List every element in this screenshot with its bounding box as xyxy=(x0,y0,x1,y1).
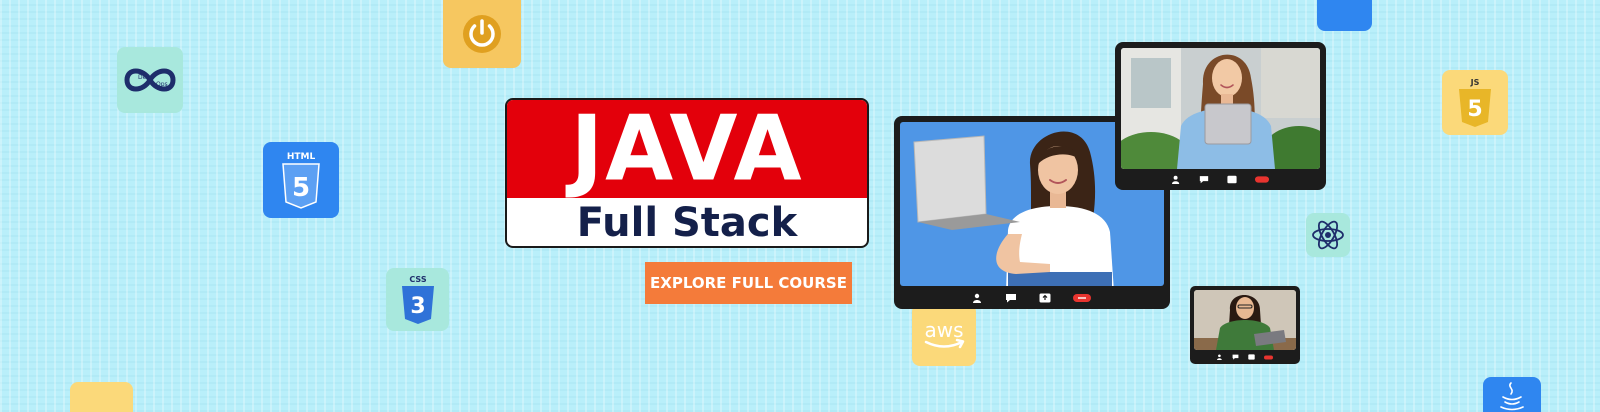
blue-top-tile xyxy=(1317,0,1372,31)
html5-icon: HTML 5 xyxy=(282,152,320,209)
course-title-block: JAVA Full Stack xyxy=(505,98,869,248)
java-tile xyxy=(1483,377,1541,412)
devops-tile: Dev Ops xyxy=(117,47,183,113)
end-call-icon[interactable] xyxy=(1264,355,1273,360)
chat-icon[interactable] xyxy=(1232,354,1239,360)
end-call-icon[interactable] xyxy=(1073,293,1091,302)
spring-tile xyxy=(443,0,521,68)
chat-icon[interactable] xyxy=(1199,175,1209,184)
add-participant-icon[interactable] xyxy=(1172,175,1181,184)
css3-tile: CSS 3 xyxy=(386,268,449,331)
svg-text:HTML: HTML xyxy=(287,152,316,162)
course-subtitle: Full Stack xyxy=(576,200,798,246)
course-title: JAVA xyxy=(570,98,804,202)
svg-text:3: 3 xyxy=(410,294,425,319)
video-controls-main xyxy=(900,286,1164,309)
yellow-corner-tile xyxy=(70,382,133,412)
svg-text:CSS: CSS xyxy=(409,275,426,284)
css3-icon: CSS 3 xyxy=(401,275,434,324)
svg-text:5: 5 xyxy=(1467,97,1482,122)
video-controls-small xyxy=(1194,350,1296,364)
chat-icon[interactable] xyxy=(1005,293,1017,303)
video-screen-top xyxy=(1121,48,1320,169)
video-controls-top xyxy=(1121,169,1320,190)
svg-text:aws: aws xyxy=(924,318,963,342)
react-tile xyxy=(1306,213,1350,257)
svg-text:5: 5 xyxy=(292,173,310,203)
title-red-banner: JAVA xyxy=(507,100,867,198)
devops-icon: Dev Ops xyxy=(124,68,176,92)
react-icon xyxy=(1312,220,1344,250)
svg-text:JS: JS xyxy=(1470,78,1480,87)
video-frame-small xyxy=(1190,286,1300,364)
html5-tile: HTML 5 xyxy=(263,142,339,218)
explore-course-button[interactable]: EXPLORE FULL COURSE xyxy=(645,262,852,304)
laptop-icon xyxy=(913,135,1020,230)
share-screen-icon[interactable] xyxy=(1248,354,1255,360)
java-icon xyxy=(1500,382,1524,411)
subtitle-band: Full Stack xyxy=(507,198,867,246)
javascript-icon: JS 5 xyxy=(1459,78,1491,127)
aws-tile: aws xyxy=(912,304,976,366)
add-participant-icon[interactable] xyxy=(973,293,983,303)
aws-icon: aws xyxy=(924,318,965,349)
spring-power-icon xyxy=(463,15,501,53)
student-with-notebook-illustration xyxy=(1121,48,1320,169)
svg-text:Ops: Ops xyxy=(156,81,168,88)
share-screen-icon[interactable] xyxy=(1227,175,1237,184)
video-screen-small xyxy=(1194,290,1296,350)
svg-text:Dev: Dev xyxy=(138,74,150,81)
student-at-desk-illustration xyxy=(1194,290,1296,350)
javascript-tile: JS 5 xyxy=(1442,70,1508,135)
add-participant-icon[interactable] xyxy=(1217,354,1223,360)
end-call-icon[interactable] xyxy=(1255,176,1269,183)
share-screen-icon[interactable] xyxy=(1039,293,1051,303)
video-frame-top xyxy=(1115,42,1326,190)
